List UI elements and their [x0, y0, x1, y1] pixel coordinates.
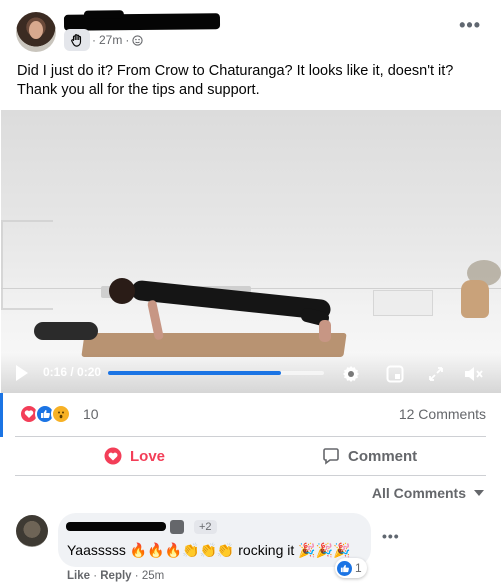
- comment-like-link[interactable]: Like: [67, 570, 90, 582]
- post-meta: · 27m ·: [92, 33, 143, 47]
- comment-time[interactable]: 25m: [142, 570, 164, 582]
- comment-options-icon[interactable]: •••: [382, 528, 400, 544]
- meta-separator: ·: [92, 33, 96, 47]
- love-button[interactable]: Love: [104, 442, 165, 470]
- post-text: Did I just do it? From Crow to Chaturang…: [17, 63, 454, 98]
- comments-filter-dropdown[interactable]: All Comments: [372, 485, 484, 501]
- star-badge-icon[interactable]: [170, 520, 184, 534]
- comment-reaction-count: 1: [355, 561, 362, 575]
- comment-bubble: +2 Yaasssss 🔥🔥🔥👏👏👏 rocking it 🎉🎉🎉: [58, 513, 371, 567]
- reactions-summary: 10 12 Comments: [0, 393, 501, 437]
- reaction-count[interactable]: 10: [83, 406, 99, 422]
- love-button-label: Love: [130, 447, 166, 465]
- meta-separator: ·: [125, 33, 130, 47]
- action-bar: Love Comment: [0, 437, 501, 475]
- video-player[interactable]: 0:16 / 0:20: [1, 110, 501, 393]
- wave-hand-icon[interactable]: [64, 29, 90, 51]
- post-options-icon[interactable]: •••: [459, 16, 481, 34]
- comment-button[interactable]: Comment: [322, 442, 417, 470]
- extra-badges-count[interactable]: +2: [194, 520, 217, 534]
- settings-gear-icon[interactable]: [340, 363, 362, 385]
- commenter-name-redacted[interactable]: [66, 522, 166, 531]
- reaction-icons[interactable]: [19, 404, 71, 424]
- comment-reply-link[interactable]: Reply: [100, 570, 131, 582]
- volume-muted-icon[interactable]: [462, 363, 484, 385]
- miniplayer-icon[interactable]: [384, 363, 406, 385]
- comment-text: Yaasssss 🔥🔥🔥👏👏👏 rocking it 🎉🎉🎉: [67, 542, 351, 558]
- audience-icon[interactable]: [132, 34, 143, 46]
- comments-count-link[interactable]: 12 Comments: [399, 406, 486, 422]
- comments-filter-label: All Comments: [371, 485, 466, 501]
- video-time: 0:16 / 0:20: [43, 365, 102, 379]
- wow-reaction-icon: [51, 404, 71, 424]
- post-timestamp[interactable]: 27m: [99, 33, 122, 47]
- video-controls: 0:16 / 0:20: [1, 353, 501, 393]
- video-scene: [1, 220, 53, 310]
- post-card: · 27m · ••• Did I just do it? From Crow …: [0, 0, 501, 587]
- caret-down-icon: [474, 490, 484, 496]
- comment-actions: Like · Reply · 25m: [67, 570, 165, 582]
- video-progress-bar[interactable]: [108, 371, 324, 375]
- comment-bubble-icon: [323, 448, 339, 465]
- author-avatar[interactable]: [16, 12, 56, 52]
- author-name-redacted[interactable]: [63, 13, 221, 31]
- commenter-avatar[interactable]: [16, 515, 48, 547]
- heart-icon: [104, 447, 122, 465]
- comment-reaction-badge[interactable]: 1: [335, 558, 367, 578]
- divider: [15, 475, 486, 476]
- like-reaction-icon: [337, 560, 352, 576]
- fullscreen-icon[interactable]: [425, 363, 447, 385]
- comment-button-label: Comment: [348, 447, 418, 465]
- play-icon[interactable]: [16, 365, 28, 381]
